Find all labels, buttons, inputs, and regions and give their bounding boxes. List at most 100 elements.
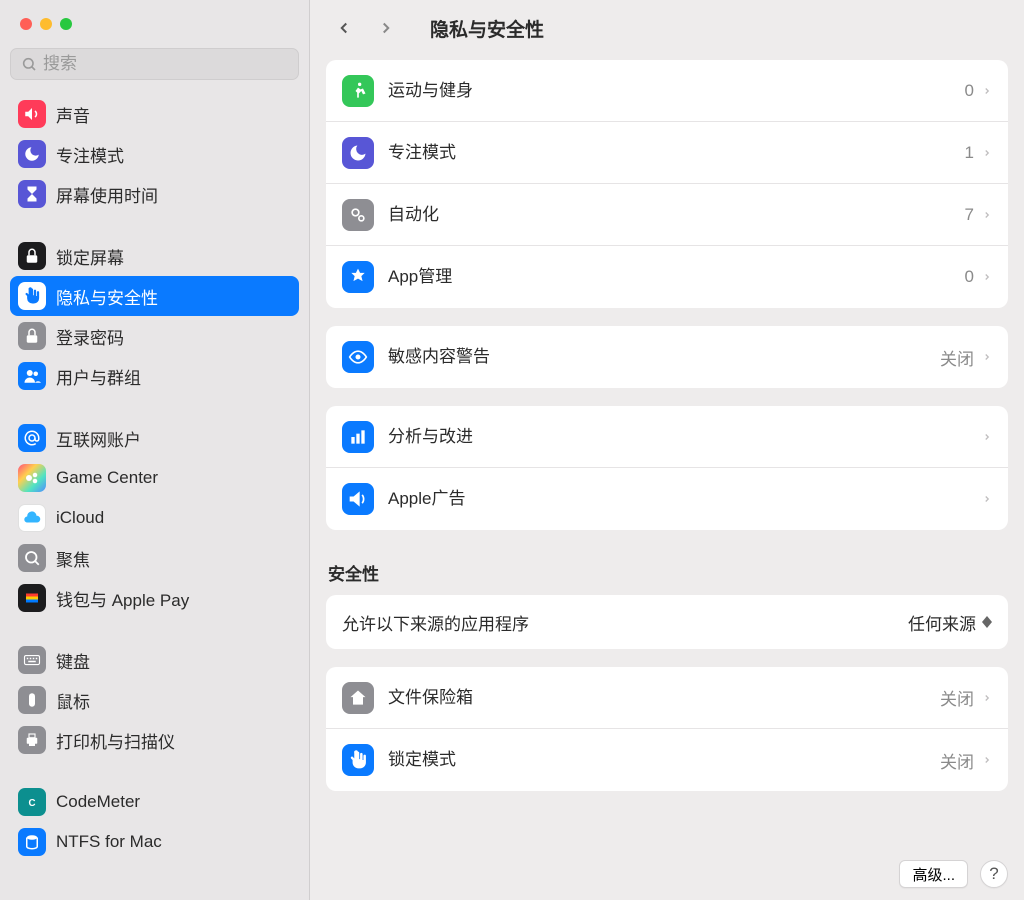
row-value: 0	[965, 81, 974, 101]
row-ads[interactable]: Apple广告	[326, 468, 1008, 530]
header: 隐私与安全性	[310, 0, 1024, 56]
sidebar-item-label: 屏幕使用时间	[56, 182, 158, 207]
sidebar-item-printer[interactable]: 打印机与扫描仪	[10, 720, 299, 760]
sidebar-item-label: 声音	[56, 102, 90, 127]
sidebar-item-label: CodeMeter	[56, 792, 140, 812]
settings-section: 分析与改进 Apple广告	[326, 406, 1008, 530]
allow-apps-row[interactable]: 允许以下来源的应用程序 任何来源	[326, 595, 1008, 649]
sidebar-list: 声音专注模式屏幕使用时间锁定屏幕隐私与安全性登录密码用户与群组互联网账户 Game…	[0, 88, 309, 900]
settings-section: 敏感内容警告 关闭	[326, 326, 1008, 388]
allow-apps-section: 允许以下来源的应用程序 任何来源	[326, 595, 1008, 649]
row-filevault[interactable]: 文件保险箱 关闭	[326, 667, 1008, 729]
chevron-right-icon	[982, 430, 992, 444]
gears-icon	[342, 199, 374, 231]
moon-icon	[18, 140, 46, 168]
sidebar-item-label: 隐私与安全性	[56, 284, 158, 309]
hand-icon	[342, 744, 374, 776]
ntfs-icon	[18, 828, 46, 856]
sidebar-item-users[interactable]: 用户与群组	[10, 356, 299, 396]
row-label: 敏感内容警告	[388, 347, 940, 367]
row-label: 专注模式	[388, 143, 965, 163]
moon-icon	[342, 137, 374, 169]
content: 运动与健身 0 专注模式 1 自动化 7 App管理 0 敏感内容警告 关闭 分…	[310, 56, 1024, 900]
row-lockdown[interactable]: 锁定模式 关闭	[326, 729, 1008, 791]
sidebar-item-keyboard[interactable]: 键盘	[10, 640, 299, 680]
row-analytics[interactable]: 分析与改进	[326, 406, 1008, 468]
house-icon	[342, 682, 374, 714]
back-button[interactable]	[332, 16, 356, 40]
sidebar-item-login-pw[interactable]: 登录密码	[10, 316, 299, 356]
eye-icon	[342, 341, 374, 373]
sidebar-item-label: 钱包与 Apple Pay	[56, 586, 189, 611]
row-sensitive[interactable]: 敏感内容警告 关闭	[326, 326, 1008, 388]
allow-apps-value: 任何来源	[908, 610, 976, 635]
zoom-window-button[interactable]	[60, 18, 72, 30]
row-label: 文件保险箱	[388, 688, 940, 708]
sidebar-item-ntfs[interactable]: NTFS for Mac	[10, 822, 299, 862]
search-icon	[18, 544, 46, 572]
row-value: 关闭	[940, 748, 974, 773]
sidebar-item-label: 用户与群组	[56, 364, 141, 389]
allow-apps-select[interactable]: 任何来源	[908, 610, 992, 635]
svg-text:C: C	[28, 798, 35, 809]
row-automation[interactable]: 自动化 7	[326, 184, 1008, 246]
sidebar-item-screentime[interactable]: 屏幕使用时间	[10, 174, 299, 214]
sidebar-item-privacy[interactable]: 隐私与安全性	[10, 276, 299, 316]
row-value: 关闭	[940, 685, 974, 710]
search-field[interactable]	[10, 48, 299, 80]
security-rows-section: 文件保险箱 关闭 锁定模式 关闭	[326, 667, 1008, 791]
row-label: Apple广告	[388, 489, 982, 509]
sidebar-item-label: 锁定屏幕	[56, 244, 124, 269]
chevron-right-icon	[377, 19, 395, 37]
sidebar-item-spotlight[interactable]: 聚焦	[10, 538, 299, 578]
row-focus[interactable]: 专注模式 1	[326, 122, 1008, 184]
chevron-right-icon	[982, 146, 992, 160]
ad-icon	[342, 483, 374, 515]
chevron-left-icon	[335, 19, 353, 37]
page-title: 隐私与安全性	[430, 15, 544, 42]
sidebar-item-gamecenter[interactable]: Game Center	[10, 458, 299, 498]
sidebar-item-label: Game Center	[56, 468, 158, 488]
gc-icon	[18, 464, 46, 492]
sidebar-item-label: 专注模式	[56, 142, 124, 167]
cm-icon: C	[18, 788, 46, 816]
minimize-window-button[interactable]	[40, 18, 52, 30]
printer-icon	[18, 726, 46, 754]
hourglass-icon	[18, 180, 46, 208]
footer: 高级... ?	[899, 860, 1008, 888]
search-input[interactable]	[43, 54, 288, 74]
sidebar-item-lockscreen[interactable]: 锁定屏幕	[10, 236, 299, 276]
sidebar-item-focus-side[interactable]: 专注模式	[10, 134, 299, 174]
sidebar-item-label: 聚焦	[56, 546, 90, 571]
sidebar-item-label: 鼠标	[56, 688, 90, 713]
row-appmgmt[interactable]: App管理 0	[326, 246, 1008, 308]
chevron-right-icon	[982, 350, 992, 364]
close-window-button[interactable]	[20, 18, 32, 30]
advanced-button[interactable]: 高级...	[899, 860, 968, 888]
sidebar-item-internet[interactable]: 互联网账户	[10, 418, 299, 458]
help-button[interactable]: ?	[980, 860, 1008, 888]
forward-button[interactable]	[374, 16, 398, 40]
row-value: 关闭	[940, 345, 974, 370]
volume-icon	[18, 100, 46, 128]
lock-icon	[18, 322, 46, 350]
sidebar-item-label: 互联网账户	[56, 426, 141, 451]
row-label: 自动化	[388, 205, 965, 225]
search-icon	[21, 56, 37, 72]
sidebar-item-wallet[interactable]: 钱包与 Apple Pay	[10, 578, 299, 618]
lock-icon	[18, 242, 46, 270]
row-label: 锁定模式	[388, 750, 940, 770]
run-icon	[342, 75, 374, 107]
sidebar-item-mouse[interactable]: 鼠标	[10, 680, 299, 720]
row-fitness[interactable]: 运动与健身 0	[326, 60, 1008, 122]
row-label: 运动与健身	[388, 81, 965, 101]
app-icon	[342, 261, 374, 293]
row-value: 1	[965, 143, 974, 163]
window-controls	[0, 0, 309, 48]
sidebar-item-codemeter[interactable]: C CodeMeter	[10, 782, 299, 822]
sidebar-item-sound[interactable]: 声音	[10, 94, 299, 134]
row-label: App管理	[388, 267, 965, 287]
security-section-title: 安全性	[326, 548, 1008, 595]
sidebar-item-icloud[interactable]: iCloud	[10, 498, 299, 538]
cloud-icon	[18, 504, 46, 532]
